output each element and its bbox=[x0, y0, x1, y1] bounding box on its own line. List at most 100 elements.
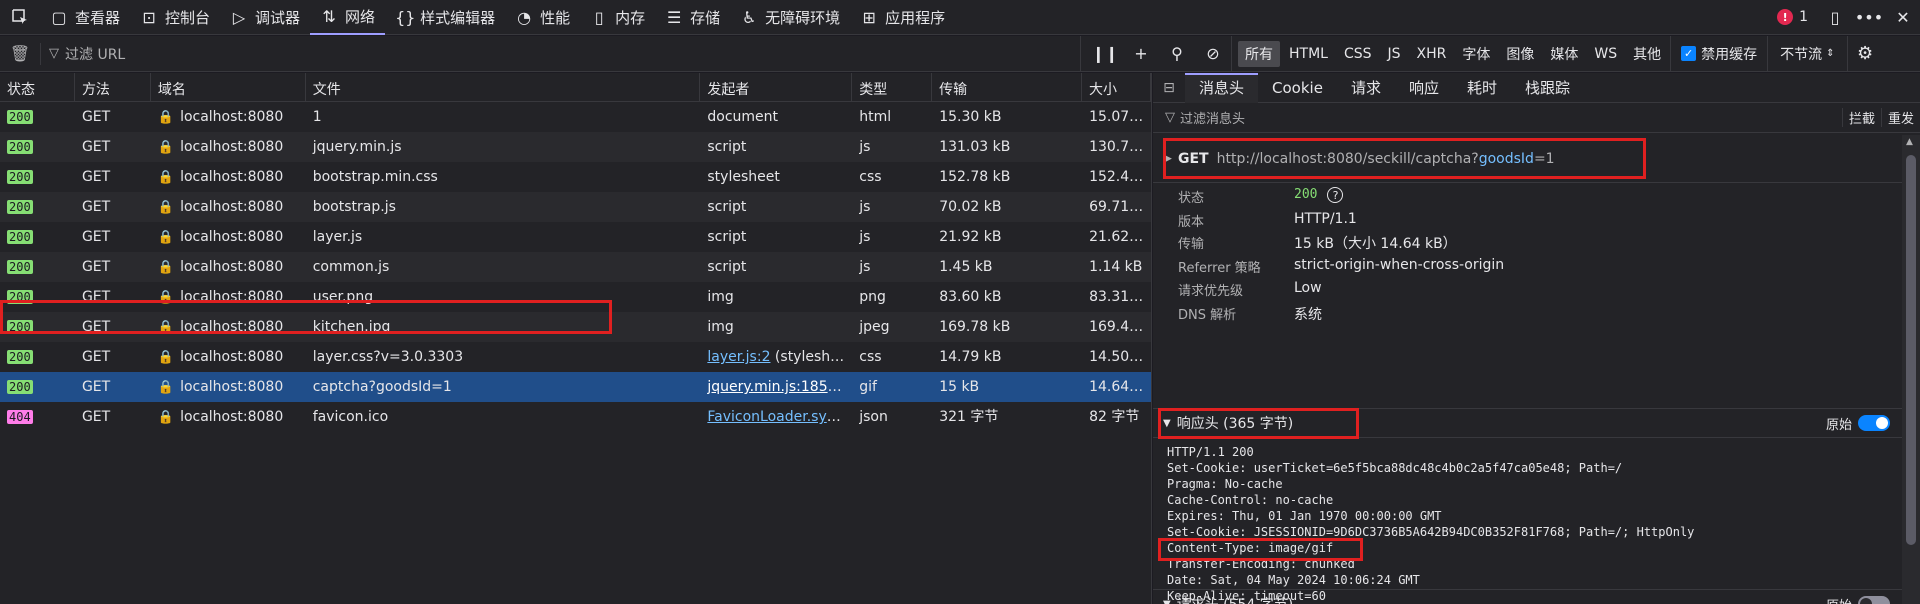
disable-cache-checkbox[interactable]: ✓ 禁用缓存 bbox=[1670, 35, 1767, 72]
request-summary[interactable]: ▶ GET http://localhost:8080/seckill/capt… bbox=[1153, 135, 1902, 183]
table-row[interactable]: 200 GET 🔒 localhost:8080 jquery.min.js script… bbox=[0, 132, 1151, 162]
type-cell: js bbox=[859, 199, 871, 215]
more-options-icon[interactable]: ••• bbox=[1852, 0, 1886, 35]
throttle-select[interactable]: 不节流 ⇕ bbox=[1767, 35, 1846, 72]
type-filter-button[interactable]: 字体 bbox=[1455, 41, 1497, 67]
pause-icon[interactable]: ❙❙ bbox=[1087, 36, 1123, 72]
table-row[interactable]: 200 GET 🔒 localhost:8080 captcha?goodsId=1 jq… bbox=[0, 372, 1151, 402]
type-filter-button[interactable]: 图像 bbox=[1499, 41, 1541, 67]
type-filter-button[interactable]: WS bbox=[1587, 43, 1624, 65]
column-header[interactable]: 传输 bbox=[932, 73, 1083, 102]
toggle-sidebar-icon[interactable]: ⊟ bbox=[1153, 80, 1185, 96]
column-header[interactable]: 大小 bbox=[1082, 73, 1151, 102]
scrollbar-thumb[interactable] bbox=[1906, 155, 1916, 545]
transfer-cell: 15 kB bbox=[939, 379, 980, 395]
tool-tab-application[interactable]: ⊞ 应用程序 bbox=[850, 0, 955, 35]
tool-tab-debugger[interactable]: ▷ 调试器 bbox=[220, 0, 310, 35]
lock-icon: 🔒 bbox=[157, 290, 175, 305]
status-badge: 200 bbox=[7, 290, 33, 304]
type-filter-button[interactable]: XHR bbox=[1410, 43, 1454, 65]
scroll-up-arrow-icon[interactable]: ▲ bbox=[1906, 137, 1913, 147]
table-row[interactable]: 200 GET 🔒 localhost:8080 1 document html 15.30 … bbox=[0, 102, 1151, 132]
column-header[interactable]: 域名 bbox=[151, 73, 306, 102]
detail-tab[interactable]: 耗时 bbox=[1453, 73, 1511, 103]
initiator-link[interactable]: layer.js:2 bbox=[707, 349, 770, 365]
column-header[interactable]: 类型 bbox=[852, 73, 933, 102]
detail-scrollbar[interactable]: ▲ bbox=[1902, 135, 1920, 604]
error-icon: ! bbox=[1777, 9, 1794, 25]
collapse-triangle-icon: ▼ bbox=[1163, 417, 1171, 429]
type-filter-button[interactable]: 所有 bbox=[1238, 40, 1280, 67]
tool-tab-network[interactable]: ⇅ 网络 bbox=[310, 0, 386, 35]
tool-tab-accessibility[interactable]: ♿ 无障碍环境 bbox=[730, 0, 850, 35]
tool-tab-memory[interactable]: ▯ 内存 bbox=[580, 0, 655, 35]
tool-label: 样式编辑器 bbox=[420, 8, 496, 27]
type-filter-button[interactable]: 其他 bbox=[1626, 41, 1668, 67]
table-row[interactable]: 200 GET 🔒 localhost:8080 common.js script js 1.… bbox=[0, 252, 1151, 282]
type-filter-button[interactable]: HTML bbox=[1282, 43, 1335, 65]
toggle-switch-off[interactable] bbox=[1858, 596, 1890, 604]
type-filter-button[interactable]: JS bbox=[1381, 43, 1408, 65]
type-cell: json bbox=[859, 409, 888, 425]
table-row[interactable]: 200 GET 🔒 localhost:8080 layer.js script js 21.… bbox=[0, 222, 1151, 252]
table-row[interactable]: 200 GET 🔒 localhost:8080 layer.css?v=3.0.330… bbox=[0, 342, 1151, 372]
table-row[interactable]: 200 GET 🔒 localhost:8080 kitchen.jpg img jpeg 1… bbox=[0, 312, 1151, 342]
request-url: http://localhost:8080/seckill/captcha?go… bbox=[1216, 150, 1555, 167]
detail-tab[interactable]: 栈跟踪 bbox=[1511, 73, 1584, 103]
tool-tab-performance[interactable]: ◔ 性能 bbox=[505, 0, 580, 35]
filter-url-input[interactable]: ▽ 过滤 URL bbox=[40, 42, 1080, 65]
initiator-link[interactable]: FaviconLoader.sys.... bbox=[707, 409, 851, 425]
search-icon[interactable]: ⚲ bbox=[1159, 36, 1195, 72]
domain-cell: localhost:8080 bbox=[180, 289, 284, 305]
transfer-cell: 152.78 kB bbox=[939, 169, 1011, 185]
type-filter-button[interactable]: CSS bbox=[1337, 43, 1379, 65]
raw-toggle-request[interactable]: 原始 bbox=[1826, 595, 1902, 604]
gear-icon[interactable]: ⚙ bbox=[1846, 35, 1883, 72]
tool-tab-style-editor[interactable]: {} 样式编辑器 bbox=[385, 0, 505, 35]
size-cell: 14.64 kB bbox=[1089, 379, 1152, 395]
column-header[interactable]: 方法 bbox=[75, 73, 151, 102]
clear-requests-icon[interactable]: 🗑 bbox=[0, 44, 40, 63]
detail-tab[interactable]: 请求 bbox=[1337, 73, 1395, 103]
column-header[interactable]: 文件 bbox=[306, 73, 701, 102]
type-filter-button[interactable]: 媒体 bbox=[1543, 41, 1585, 67]
response-headers-section[interactable]: ▼ 响应头 (365 字节) 原始 bbox=[1153, 408, 1902, 438]
tool-tab-inspector[interactable]: ▢ 查看器 bbox=[40, 0, 130, 35]
tool-tab-storage[interactable]: ☰ 存储 bbox=[655, 0, 730, 35]
help-icon[interactable]: ? bbox=[1327, 187, 1344, 203]
resend-button[interactable]: 重发 bbox=[1880, 108, 1920, 127]
add-request-icon[interactable]: + bbox=[1123, 36, 1159, 72]
element-picker-icon[interactable] bbox=[0, 0, 40, 35]
headers-content: ▶ GET http://localhost:8080/seckill/capt… bbox=[1153, 135, 1902, 604]
filter-headers-input[interactable]: ▽ 过滤消息头 拦截 重发 bbox=[1153, 103, 1920, 133]
raw-header-line: Set-Cookie: userTicket=6e5f5bca88dc48c4b… bbox=[1167, 461, 1623, 475]
detail-tab[interactable]: 消息头 bbox=[1185, 73, 1259, 103]
table-row[interactable]: 200 GET 🔒 localhost:8080 user.png img png 83.60… bbox=[0, 282, 1151, 312]
toggle-switch-on[interactable] bbox=[1858, 415, 1890, 431]
tool-tab-console[interactable]: ⊡ 控制台 bbox=[130, 0, 220, 35]
responsive-mode-icon[interactable]: ▯ bbox=[1818, 0, 1852, 35]
initiator-cell: script bbox=[707, 259, 747, 275]
table-row[interactable]: 404 GET 🔒 localhost:8080 favicon.ico FaviconL… bbox=[0, 402, 1151, 432]
detail-tab[interactable]: 响应 bbox=[1395, 73, 1453, 103]
transfer-cell: 14.79 kB bbox=[939, 349, 1002, 365]
block-button[interactable]: 拦截 bbox=[1841, 108, 1881, 127]
column-header[interactable]: 状态 bbox=[0, 73, 75, 102]
table-row[interactable]: 200 GET 🔒 localhost:8080 bootstrap.js script j… bbox=[0, 192, 1151, 222]
domain-cell: localhost:8080 bbox=[180, 379, 284, 395]
raw-toggle-response[interactable]: 原始 bbox=[1826, 414, 1902, 433]
detail-tab[interactable]: Cookie bbox=[1258, 73, 1337, 103]
block-icon[interactable]: ⊘ bbox=[1195, 36, 1231, 72]
request-headers-section[interactable]: ▼ 请求头 (554 字节) 原始 bbox=[1153, 589, 1902, 604]
initiator-link[interactable]: jquery.min.js:1857 bbox=[707, 379, 841, 395]
method-cell: GET bbox=[81, 229, 111, 245]
size-cell: 1.14 kB bbox=[1089, 259, 1143, 275]
column-header[interactable]: 发起者 bbox=[700, 73, 853, 102]
method-cell: GET bbox=[81, 319, 111, 335]
error-count-badge[interactable]: ! 1 bbox=[1767, 9, 1818, 25]
table-row[interactable]: 200 GET 🔒 localhost:8080 bootstrap.min.css st… bbox=[0, 162, 1151, 192]
request-table: 状态 方法 域名 文件 发起者 类型 传输 大小 200 GET 🔒 localhost:8080 1… bbox=[0, 73, 1152, 604]
method-cell: GET bbox=[81, 409, 111, 425]
close-icon[interactable]: ✕ bbox=[1886, 0, 1920, 35]
status-badge: 200 bbox=[7, 260, 33, 274]
